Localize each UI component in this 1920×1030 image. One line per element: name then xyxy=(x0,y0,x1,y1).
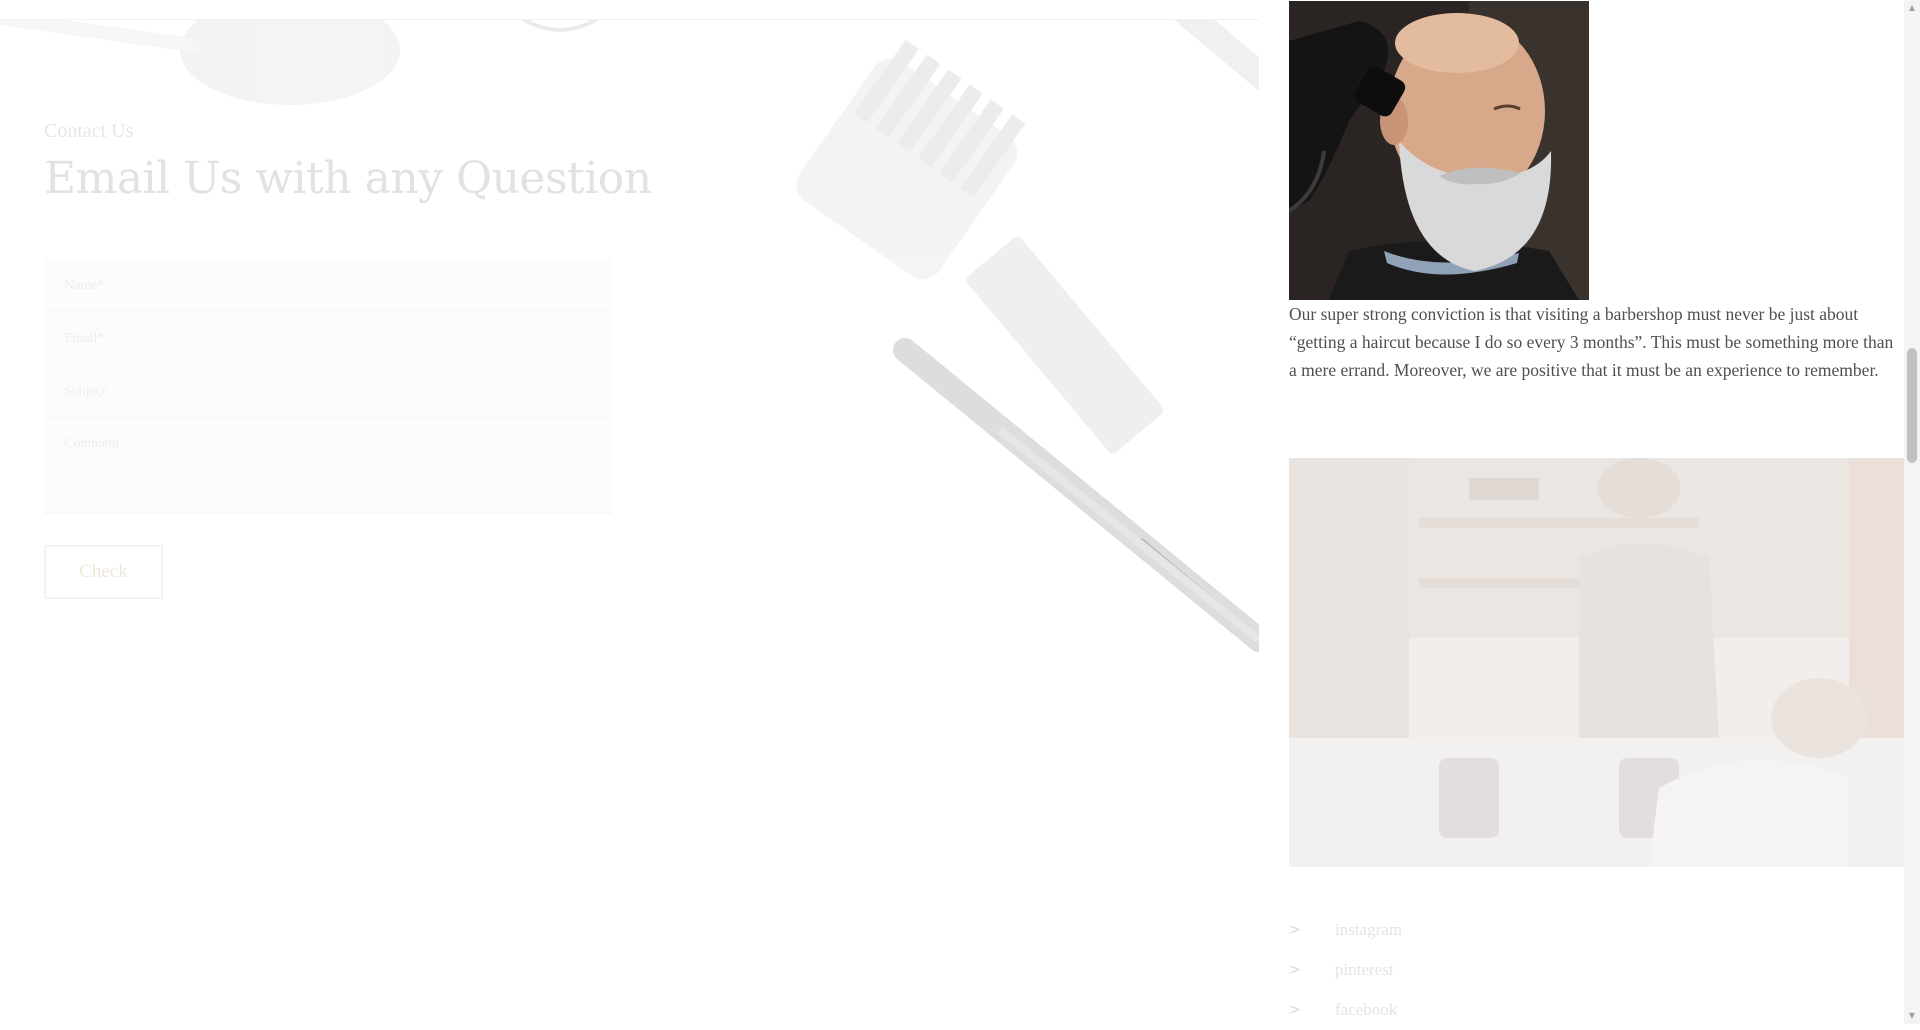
chevron-right-icon: > xyxy=(1289,1002,1301,1018)
subject-field[interactable]: Subject xyxy=(44,365,612,418)
header-bar xyxy=(0,0,1259,19)
contact-eyebrow: Contact Us xyxy=(44,120,134,142)
page-scrollbar[interactable]: ▲ ▼ xyxy=(1904,0,1920,1024)
comment-field[interactable]: Comment xyxy=(44,418,612,514)
bearded-man-photo xyxy=(1289,1,1589,300)
social-link-instagram[interactable]: > instagram xyxy=(1289,910,1904,950)
check-button[interactable]: Check xyxy=(44,545,163,599)
chevron-right-icon: > xyxy=(1289,922,1301,938)
name-field[interactable]: Name* xyxy=(44,259,612,312)
email-field[interactable]: Email* xyxy=(44,312,612,365)
social-link-facebook[interactable]: > facebook xyxy=(1289,990,1904,1030)
social-label: facebook xyxy=(1335,1000,1398,1019)
social-links: > instagram > pinterest > facebook xyxy=(1289,910,1904,1030)
contact-heading-block: Contact Us Email Us with any Question xyxy=(44,120,652,204)
social-label: instagram xyxy=(1335,920,1403,939)
social-label: pinterest xyxy=(1335,960,1394,979)
about-paragraph: Our super strong conviction is that visi… xyxy=(1289,304,1894,380)
scroll-down-arrow-icon[interactable]: ▼ xyxy=(1904,1008,1920,1024)
scroll-up-arrow-icon[interactable]: ▲ xyxy=(1904,0,1920,16)
contact-form: Name* Email* Subject Comment xyxy=(44,259,612,514)
social-link-pinterest[interactable]: > pinterest xyxy=(1289,950,1904,990)
contact-headline: Email Us with any Question xyxy=(44,153,652,204)
scrollbar-thumb[interactable] xyxy=(1907,348,1917,463)
barbershop-interior-photo xyxy=(1289,458,1904,867)
contact-section: Contact Us Email Us with any Question Na… xyxy=(0,0,1259,680)
chevron-right-icon: > xyxy=(1289,962,1301,978)
